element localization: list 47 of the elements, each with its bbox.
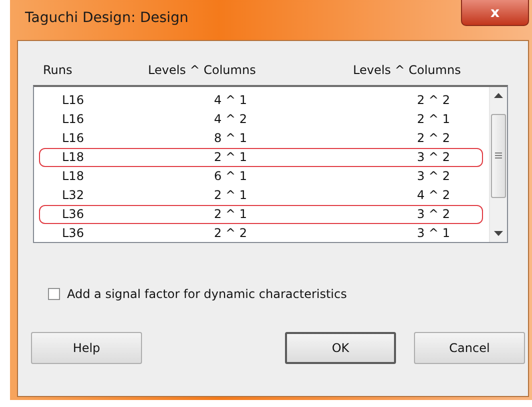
grip-icon	[495, 152, 502, 159]
checkbox[interactable]	[48, 288, 60, 300]
levels-cell: 3 ^ 2	[417, 150, 450, 164]
levels-cell: 2 ^ 2	[417, 93, 450, 107]
close-button[interactable]: x	[461, 0, 529, 26]
levels-cell: 8 ^ 1	[214, 131, 247, 145]
scroll-down-icon[interactable]	[494, 231, 503, 236]
scroll-up-icon[interactable]	[494, 93, 503, 98]
dialog-button[interactable]: Help	[31, 332, 142, 364]
levels-cell: 2 ^ 1	[214, 150, 247, 164]
runs-cell: L18	[62, 150, 84, 164]
scroll-thumb[interactable]	[491, 114, 506, 198]
list-row[interactable]: L36 2 ^ 2 3 ^ 1	[39, 224, 483, 243]
column-header: Levels ^ Columns	[353, 63, 461, 77]
list-row[interactable]: L16 4 ^ 2 2 ^ 1	[39, 110, 483, 129]
runs-cell: L36	[62, 207, 84, 221]
levels-cell: 6 ^ 1	[214, 169, 247, 183]
levels-cell: 4 ^ 2	[417, 188, 450, 202]
list-row[interactable]: L18 6 ^ 1 3 ^ 2	[39, 167, 483, 186]
checkbox-label: Add a signal factor for dynamic characteristics	[67, 287, 347, 301]
levels-cell: 4 ^ 1	[214, 93, 247, 107]
levels-cell: 2 ^ 2	[214, 226, 247, 240]
runs-cell: L18	[62, 169, 84, 183]
runs-cell: L16	[62, 112, 84, 126]
levels-cell: 4 ^ 2	[214, 112, 247, 126]
column-header: Levels ^ Columns	[148, 63, 256, 77]
list-row[interactable]: L16 8 ^ 1 2 ^ 2	[39, 129, 483, 148]
runs-cell: L16	[62, 131, 84, 145]
levels-cell: 2 ^ 1	[214, 207, 247, 221]
levels-cell: 2 ^ 2	[417, 131, 450, 145]
levels-cell: 3 ^ 2	[417, 207, 450, 221]
column-header: Runs	[43, 63, 72, 77]
dialog-button[interactable]: OK	[285, 332, 396, 364]
runs-cell: L32	[62, 188, 84, 202]
scrollbar[interactable]	[489, 87, 507, 242]
levels-cell: 2 ^ 1	[214, 188, 247, 202]
list-row[interactable]: L16 4 ^ 1 2 ^ 2	[39, 91, 483, 110]
dialog-button[interactable]: Cancel	[414, 332, 525, 364]
list-row[interactable]: L32 2 ^ 1 4 ^ 2	[39, 186, 483, 205]
window-title: Taguchi Design: Design	[25, 10, 188, 26]
runs-cell: L36	[62, 226, 84, 240]
levels-cell: 2 ^ 1	[417, 112, 450, 126]
levels-cell: 3 ^ 1	[417, 226, 450, 240]
highlighted-row[interactable]: L36 2 ^ 1 3 ^ 2	[39, 205, 483, 224]
levels-cell: 3 ^ 2	[417, 169, 450, 183]
runs-cell: L16	[62, 93, 84, 107]
highlighted-row[interactable]: L18 2 ^ 1 3 ^ 2	[39, 148, 483, 167]
